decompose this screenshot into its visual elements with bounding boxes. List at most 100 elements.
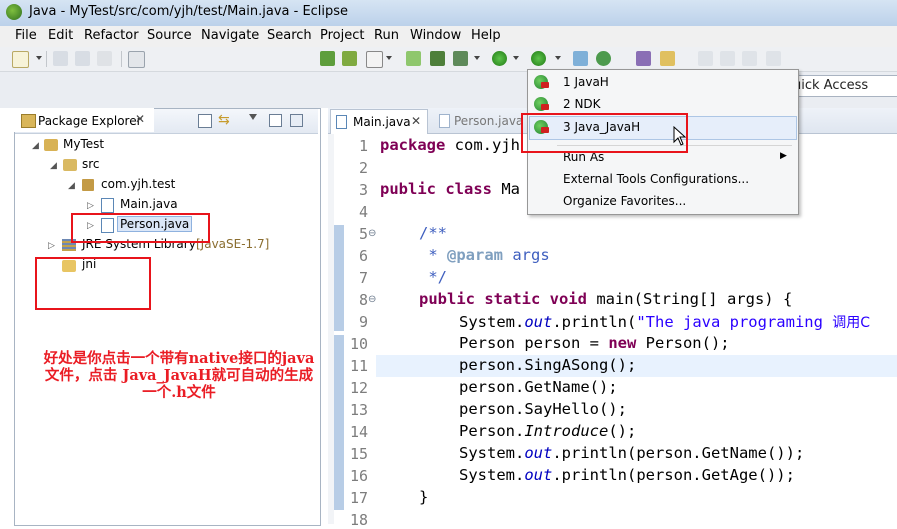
tab-main-java[interactable]: Main.java ✕ [330,109,428,134]
download-icon[interactable] [320,51,335,66]
maximize-view-icon[interactable] [290,114,303,127]
external-tools-dropdown-icon[interactable] [555,56,561,60]
code-line: /** [419,224,447,242]
menu-item-organize-favorites[interactable]: Organize Favorites... [563,194,686,208]
back-icon[interactable] [766,51,781,66]
menu-edit[interactable]: Edit [48,28,73,43]
menu-help[interactable]: Help [471,28,501,43]
eclipse-logo-icon [6,4,22,20]
check-dropdown-icon[interactable] [386,56,392,60]
line-number: 17 [349,489,368,507]
line-number: 10 [349,335,368,353]
code-token: /** [419,224,447,242]
menu-window[interactable]: Window [410,28,461,43]
code-token: Person(); [636,334,730,352]
minimize-view-icon[interactable] [269,114,282,127]
current-line-highlight [376,355,897,377]
java-file-icon [101,198,114,213]
package-explorer-view [14,108,321,526]
fold-icon[interactable]: ⊖ [368,228,376,239]
view-menu-icon[interactable] [249,114,257,120]
expand-arrow-icon[interactable]: ◢ [50,161,57,171]
line-number: 6 [358,247,368,265]
external-tool-icon [534,75,549,89]
tree-src[interactable]: src [82,157,100,171]
code-line: System.out.println(person.GetName()); [459,444,804,462]
highlight-box-jni-folder [35,257,151,310]
external-tool-icon [534,97,549,111]
debug-icon[interactable] [453,51,468,66]
toolbar-separator [46,51,47,67]
close-view-icon[interactable]: ✕ [135,112,145,126]
pin-icon[interactable] [720,51,735,66]
new-android-icon[interactable] [406,51,421,66]
menu-source[interactable]: Source [147,28,192,43]
console-icon[interactable] [128,51,145,68]
debug-dropdown-icon[interactable] [474,56,480,60]
tree-package[interactable]: com.yjh.test [101,177,175,191]
code-token: package [380,136,446,154]
save-icon[interactable] [53,51,68,66]
external-tools-icon[interactable] [531,51,546,66]
refresh-icon[interactable] [596,51,611,66]
expand-arrow-icon[interactable]: ◢ [68,181,75,191]
link-editor-icon[interactable]: ⇆ [218,112,230,128]
code-token: out [524,444,553,462]
new-java-project-icon[interactable] [573,51,588,66]
code-token: public class [380,180,492,198]
package-explorer-tab[interactable]: Package Explorer ✕ [14,108,154,132]
tree-project[interactable]: MyTest [63,137,104,151]
code-line: public static void main(String[] args) { [419,290,792,308]
collapse-all-icon[interactable] [198,114,212,128]
menu-bar: File Edit Refactor Source Navigate Searc… [0,26,897,47]
new-dropdown-icon[interactable] [36,56,42,60]
source-folder-icon [63,159,77,171]
collapse-arrow-icon[interactable]: ▷ [48,241,55,251]
code-token: Ma [491,180,520,198]
java-file-icon [336,115,347,129]
run-icon[interactable] [492,51,507,66]
menu-refactor[interactable]: Refactor [84,28,139,43]
annotation-icon[interactable] [698,51,713,66]
code-token: * [419,246,447,264]
code-line: person.SayHello(); [459,400,627,418]
menu-run[interactable]: Run [374,28,399,43]
menu-project[interactable]: Project [320,28,364,43]
quick-access-input[interactable]: uick Access [786,75,897,97]
collapse-arrow-icon[interactable]: ▷ [87,201,94,211]
project-icon [44,139,58,151]
tab-main-label: Main.java [353,115,411,129]
lint-icon[interactable] [430,51,445,66]
line-number: 13 [349,401,368,419]
code-line: System.out.println(person.GetAge()); [459,466,795,484]
new-icon[interactable] [12,51,29,68]
package-explorer-icon [21,114,36,128]
run-dropdown-icon[interactable] [513,56,519,60]
tab-person-java[interactable]: Person.java [436,109,528,133]
menu-file[interactable]: File [15,28,37,43]
code-token: System. [459,313,525,331]
print-icon[interactable] [97,51,112,66]
code-token: (); [608,422,637,440]
menu-search[interactable]: Search [267,28,312,43]
close-tab-icon[interactable]: ✕ [411,114,421,128]
expand-arrow-icon[interactable]: ◢ [32,141,39,151]
code-token: } [419,488,429,506]
menu-item-javah[interactable]: 1 JavaH [563,75,609,89]
code-line: } [419,488,428,506]
code-token: new [608,334,637,352]
android-sdk-icon[interactable] [342,51,357,66]
title-bar: Java - MyTest/src/com/yjh/test/Main.java… [0,0,897,26]
search-tool-icon[interactable] [660,51,675,66]
checkbox-icon[interactable] [366,51,383,68]
save-all-icon[interactable] [75,51,90,66]
menu-navigate[interactable]: Navigate [201,28,259,43]
menu-item-ndk[interactable]: 2 NDK [563,97,601,111]
next-annotation-icon[interactable] [742,51,757,66]
menu-item-external-tools-config[interactable]: External Tools Configurations... [563,172,749,186]
fold-icon[interactable]: ⊖ [368,294,376,305]
tree-main-java[interactable]: Main.java [120,197,178,211]
code-token: @param [447,246,503,264]
open-type-icon[interactable] [636,51,651,66]
line-number: 16 [349,467,368,485]
